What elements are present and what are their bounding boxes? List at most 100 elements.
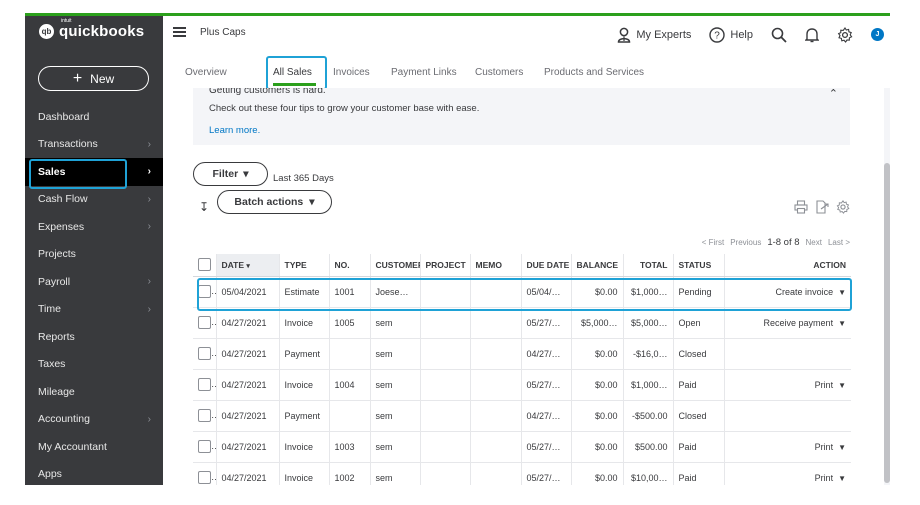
cell-no: 1004: [329, 369, 371, 401]
sidebar-item-time[interactable]: Time ›: [25, 296, 163, 324]
pager-previous[interactable]: Previous: [730, 238, 761, 247]
table-row[interactable]: 04/27/2021 Payment sem 04/27/… $0.00 -$500.00…: [193, 400, 851, 432]
sidebar-item-accounting[interactable]: Accounting ›: [25, 406, 163, 434]
row-action-link[interactable]: Print: [815, 473, 834, 483]
sidebar-item-cash-flow[interactable]: Cash Flow ›: [25, 186, 163, 214]
row-action-link[interactable]: Receive payment: [764, 318, 834, 328]
sidebar-item-payroll[interactable]: Payroll ›: [25, 268, 163, 296]
tab-all-sales[interactable]: All Sales: [266, 56, 327, 90]
sort-arrow-icon[interactable]: ↧: [199, 200, 209, 214]
vertical-scrollbar[interactable]: [884, 88, 890, 485]
cell-status: Paid: [673, 462, 725, 485]
row-checkbox[interactable]: [198, 316, 211, 329]
batch-actions-button[interactable]: Batch actions ▾: [217, 190, 332, 214]
cell-type: Payment: [279, 338, 330, 370]
my-experts-button[interactable]: My Experts: [617, 27, 691, 43]
caret-down-icon[interactable]: ▼: [838, 443, 846, 452]
pager-first[interactable]: < First: [702, 238, 724, 247]
tab-products-and-services[interactable]: Products and Services: [544, 67, 644, 78]
row-action-link[interactable]: Print: [815, 442, 834, 452]
caret-down-icon[interactable]: ▼: [838, 381, 846, 390]
caret-down-icon[interactable]: ▼: [838, 288, 846, 297]
sidebar-item-sales[interactable]: Sales ›: [25, 158, 163, 189]
table-row[interactable]: 04/27/2021 Payment sem 04/27/… $0.00 -$16,0… C…: [193, 338, 851, 370]
tab-invoices[interactable]: Invoices: [333, 67, 370, 78]
cell-balance: $0.00: [571, 431, 624, 463]
row-checkbox[interactable]: [198, 378, 211, 391]
col-memo[interactable]: MEMO: [470, 254, 522, 277]
col-type[interactable]: TYPE: [279, 254, 330, 277]
sidebar-item-apps[interactable]: Apps: [25, 461, 163, 486]
sidebar: qb intuit quickbooks + New Dashboard Tran…: [25, 13, 163, 485]
pager-last[interactable]: Last >: [828, 238, 850, 247]
collapse-chevron-up-icon[interactable]: ⌃: [829, 88, 838, 100]
export-icon[interactable]: [815, 200, 829, 214]
cell-total: -$500.00: [623, 400, 674, 432]
intuit-wordmark: intuit: [61, 18, 72, 24]
notifications-button[interactable]: [805, 27, 819, 43]
sidebar-item-expenses[interactable]: Expenses ›: [25, 213, 163, 241]
learn-more-link[interactable]: Learn more.: [209, 125, 260, 136]
scrollbar-thumb[interactable]: [884, 163, 890, 483]
row-checkbox[interactable]: [198, 409, 211, 422]
row-action-link[interactable]: Create invoice: [776, 287, 834, 297]
cell-balance: $5,000…: [571, 307, 624, 339]
col-status[interactable]: STATUS: [673, 254, 725, 277]
cell-action: Print ▼: [724, 462, 851, 485]
tab-customers[interactable]: Customers: [475, 67, 523, 78]
filter-button[interactable]: Filter ▾: [193, 162, 268, 186]
tab-payment-links[interactable]: Payment Links: [391, 67, 457, 78]
settings-button[interactable]: [837, 26, 853, 43]
caret-down-icon[interactable]: ▼: [838, 319, 846, 328]
sidebar-item-label: Accounting: [38, 413, 90, 426]
col-no[interactable]: NO.: [329, 254, 371, 277]
col-customer[interactable]: CUSTOMER: [370, 254, 421, 277]
print-icon[interactable]: [794, 200, 808, 214]
select-all-checkbox[interactable]: [198, 258, 211, 272]
new-button[interactable]: + New: [38, 66, 149, 91]
hamburger-menu-icon[interactable]: [173, 27, 186, 37]
row-checkbox[interactable]: [198, 347, 211, 360]
sidebar-item-label: Reports: [38, 330, 75, 343]
sidebar-item-my-accountant[interactable]: My Accountant: [25, 433, 163, 461]
sidebar-item-dashboard[interactable]: Dashboard: [25, 103, 163, 131]
help-button[interactable]: ? Help: [709, 26, 753, 43]
table-row[interactable]: 04/27/2021 Invoice 1003 sem 05/27/… $0.00 $500…: [193, 431, 851, 463]
table-row[interactable]: 04/27/2021 Invoice 1005 sem 05/27/… $5,000… $5…: [193, 307, 851, 339]
table-settings-gear-icon[interactable]: [836, 200, 850, 214]
cell-date: 04/27/2021: [216, 338, 280, 370]
caret-down-icon[interactable]: ▼: [838, 474, 846, 483]
brand-name-text: quickbooks: [59, 23, 145, 40]
table-row[interactable]: 04/27/2021 Invoice 1002 sem 05/27/… $0.00 $10,…: [193, 462, 851, 485]
pagination: < First Previous 1-8 of 8 Next Last >: [702, 237, 850, 248]
sidebar-item-label: Transactions: [38, 138, 98, 151]
pager-next[interactable]: Next: [806, 238, 822, 247]
table-row[interactable]: 04/27/2021 Invoice 1004 sem 05/27/… $0.00 $1,0…: [193, 369, 851, 401]
row-checkbox[interactable]: [198, 471, 211, 484]
col-project[interactable]: PROJECT: [420, 254, 471, 277]
row-checkbox[interactable]: [198, 285, 211, 298]
sidebar-item-taxes[interactable]: Taxes: [25, 351, 163, 379]
col-due-date[interactable]: DUE DATE: [521, 254, 572, 277]
row-select-cell: [193, 462, 217, 485]
row-checkbox[interactable]: [198, 440, 211, 453]
col-date[interactable]: DATE ▾: [216, 254, 280, 277]
table-row[interactable]: 05/04/2021 Estimate 1001 Joese… 05/04/… $0.00…: [193, 276, 851, 308]
sidebar-item-reports[interactable]: Reports: [25, 323, 163, 351]
select-all-header[interactable]: [193, 254, 217, 277]
cell-type: Invoice: [279, 462, 330, 485]
search-button[interactable]: [771, 27, 787, 43]
row-action-link[interactable]: Print: [815, 380, 834, 390]
sales-table-body: 05/04/2021 Estimate 1001 Joese… 05/04/… $0.00…: [193, 276, 851, 485]
col-balance[interactable]: BALANCE: [571, 254, 624, 277]
sidebar-item-projects[interactable]: Projects: [25, 241, 163, 269]
sidebar-item-mileage[interactable]: Mileage: [25, 378, 163, 406]
sidebar-item-transactions[interactable]: Transactions ›: [25, 131, 163, 159]
top-accent-bar: [25, 13, 890, 16]
col-total[interactable]: TOTAL: [623, 254, 674, 277]
cell-project: [420, 307, 471, 339]
quickbooks-logo[interactable]: qb intuit quickbooks: [39, 18, 145, 40]
user-avatar[interactable]: J: [871, 28, 884, 41]
top-header: Plus Caps My Experts ? Help J: [163, 16, 890, 53]
tab-overview[interactable]: Overview: [185, 67, 227, 78]
